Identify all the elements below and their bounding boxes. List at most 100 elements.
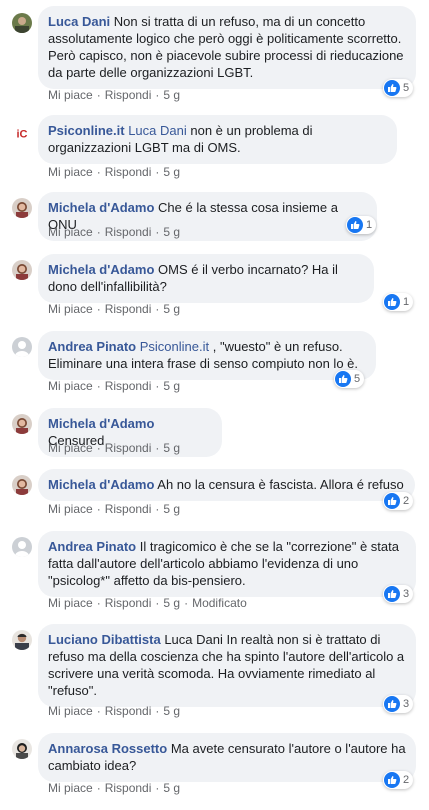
timestamp[interactable]: 5 g <box>163 502 180 516</box>
reply-link[interactable]: Rispondi <box>105 165 152 179</box>
timestamp[interactable]: 5 g <box>163 441 180 455</box>
timestamp[interactable]: 5 g <box>163 596 180 610</box>
reaction-count-value: 1 <box>403 296 410 308</box>
like-link[interactable]: Mi piace <box>48 441 93 455</box>
comment-actions: Mi piace · Rispondi · 5 g <box>48 165 181 179</box>
reaction-count[interactable]: 5 <box>334 370 365 388</box>
reaction-count-value: 2 <box>403 774 410 786</box>
comment-actions: Mi piace · Rispondi · 5 g <box>48 225 181 239</box>
avatar[interactable] <box>12 337 32 357</box>
comment-author[interactable]: Andrea Pinato <box>48 339 136 354</box>
thumbs-up-icon <box>388 497 397 505</box>
like-link[interactable]: Mi piace <box>48 704 93 718</box>
reaction-count-value: 2 <box>403 495 410 507</box>
like-link[interactable]: Mi piace <box>48 781 93 795</box>
comment-author[interactable]: Annarosa Rossetto <box>48 741 167 756</box>
default-avatar-icon <box>12 537 32 557</box>
reply-link[interactable]: Rispondi <box>105 781 152 795</box>
comment-author[interactable]: Andrea Pinato <box>48 539 136 554</box>
default-avatar-icon <box>12 337 32 357</box>
avatar[interactable]: iC <box>12 123 32 143</box>
avatar[interactable] <box>12 537 32 557</box>
comment-bubble: Annarosa Rossetto Ma avete censurato l'a… <box>38 733 416 782</box>
reaction-count-value: 5 <box>354 373 361 385</box>
avatar[interactable] <box>12 414 32 434</box>
reaction-count-value: 1 <box>366 219 373 231</box>
avatar[interactable] <box>12 739 32 759</box>
timestamp[interactable]: 5 g <box>163 165 180 179</box>
like-link[interactable]: Mi piace <box>48 88 93 102</box>
reaction-count[interactable]: 3 <box>383 585 414 603</box>
timestamp[interactable]: 5 g <box>163 225 180 239</box>
like-link[interactable]: Mi piace <box>48 225 93 239</box>
comment-author[interactable]: Michela d'Adamo <box>48 477 154 492</box>
comment-bubble: Michela d'Adamo OMS é il verbo incarnato… <box>38 254 374 303</box>
reply-link[interactable]: Rispondi <box>105 302 152 316</box>
comment-actions: Mi piace · Rispondi · 5 g <box>48 441 181 455</box>
reaction-count-value: 5 <box>403 82 410 94</box>
reply-link[interactable]: Rispondi <box>105 225 152 239</box>
thumbs-up-icon <box>339 375 348 383</box>
comment-bubble: Andrea Pinato Il tragicomico è che se la… <box>38 531 416 597</box>
mention-link[interactable]: Luca Dani <box>128 123 187 138</box>
thumbs-up-icon <box>388 298 397 306</box>
comment-actions: Mi piace · Rispondi · 5 g <box>48 379 181 393</box>
avatar[interactable] <box>12 260 32 280</box>
reaction-count[interactable]: 5 <box>383 79 414 97</box>
comment-actions: Mi piace · Rispondi · 5 g <box>48 704 181 718</box>
like-link[interactable]: Mi piace <box>48 302 93 316</box>
timestamp[interactable]: 5 g <box>163 704 180 718</box>
timestamp[interactable]: 5 g <box>163 781 180 795</box>
reaction-count[interactable]: 3 <box>383 695 414 713</box>
svg-text:iC: iC <box>17 129 28 141</box>
like-link[interactable]: Mi piace <box>48 165 93 179</box>
comment-author[interactable]: Michela d'Adamo <box>48 200 154 215</box>
comment-author[interactable]: Psiconline.it <box>48 123 125 138</box>
comment-actions: Mi piace · Rispondi · 5 g <box>48 502 181 516</box>
comment-actions: Mi piace · Rispondi · 5 g <box>48 88 181 102</box>
reaction-count[interactable]: 2 <box>383 492 414 510</box>
comment-actions: Mi piace · Rispondi · 5 g · Modificato <box>48 596 247 610</box>
comment-bubble: Luciano Dibattista Luca Dani In realtà n… <box>38 624 416 707</box>
thumbs-up-icon <box>388 700 397 708</box>
timestamp[interactable]: 5 g <box>163 302 180 316</box>
reaction-count[interactable]: 1 <box>346 216 377 234</box>
edited-label[interactable]: Modificato <box>192 596 247 610</box>
timestamp[interactable]: 5 g <box>163 88 180 102</box>
page-logo-icon: iC <box>12 123 32 143</box>
comment-author[interactable]: Michela d'Adamo <box>48 262 154 277</box>
avatar[interactable] <box>12 475 32 495</box>
avatar[interactable] <box>12 13 32 33</box>
mention-link[interactable]: Psiconline.it <box>140 339 209 354</box>
reply-link[interactable]: Rispondi <box>105 596 152 610</box>
reply-link[interactable]: Rispondi <box>105 88 152 102</box>
thumbs-up-icon <box>388 590 397 598</box>
reaction-count-value: 3 <box>403 588 410 600</box>
comment-bubble: Andrea Pinato Psiconline.it , "wuesto" è… <box>38 331 376 380</box>
reaction-count-value: 3 <box>403 698 410 710</box>
thumbs-up-icon <box>351 221 360 229</box>
comment-actions: Mi piace · Rispondi · 5 g <box>48 302 181 316</box>
reply-link[interactable]: Rispondi <box>105 379 152 393</box>
like-link[interactable]: Mi piace <box>48 379 93 393</box>
user-photo-icon <box>12 13 32 33</box>
comment-author[interactable]: Luca Dani <box>48 14 110 29</box>
reaction-count[interactable]: 1 <box>383 293 414 311</box>
comment-bubble: Psiconline.it Luca Dani non è un problem… <box>38 115 397 164</box>
timestamp[interactable]: 5 g <box>163 379 180 393</box>
comment-text: Ah no la censura è fascista. Allora é re… <box>157 477 404 492</box>
comment-author[interactable]: Luciano Dibattista <box>48 632 161 647</box>
avatar[interactable] <box>12 630 32 650</box>
avatar[interactable] <box>12 198 32 218</box>
comment-actions: Mi piace · Rispondi · 5 g <box>48 781 181 795</box>
reply-link[interactable]: Rispondi <box>105 502 152 516</box>
comment-bubble: Luca Dani Non si tratta di un refuso, ma… <box>38 6 416 89</box>
user-photo-icon <box>12 475 32 495</box>
reply-link[interactable]: Rispondi <box>105 704 152 718</box>
like-link[interactable]: Mi piace <box>48 596 93 610</box>
comment-author[interactable]: Michela d'Adamo <box>48 416 154 431</box>
reply-link[interactable]: Rispondi <box>105 441 152 455</box>
reaction-count[interactable]: 2 <box>383 771 414 789</box>
like-link[interactable]: Mi piace <box>48 502 93 516</box>
thumbs-up-icon <box>388 776 397 784</box>
